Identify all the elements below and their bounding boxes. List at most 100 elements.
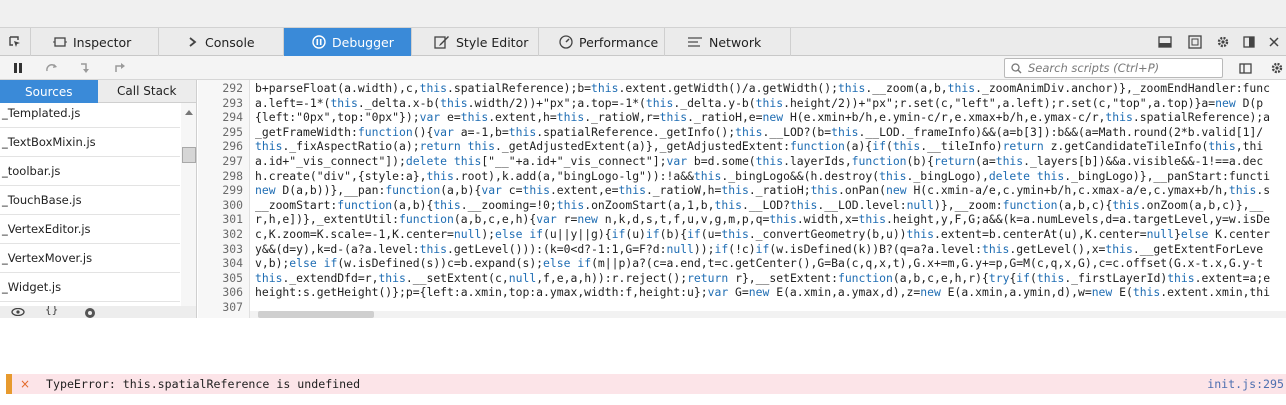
code-text: y&&(d=y),k=d-(a?a.level:this.getLevel())… [255,241,1264,256]
blackbox-circle-icon[interactable] [84,307,96,318]
dock-side-icon [1243,36,1255,48]
source-item[interactable]: _Widget.js [0,273,180,302]
devtools-tab-bar: Inspector Console Debugger Style Editor … [0,27,1286,56]
tab-performance[interactable]: Performance [539,28,665,56]
source-item[interactable]: _TouchBase.js [0,186,180,215]
line-number[interactable]: 303 [198,242,247,257]
sources-footer: {} [0,306,197,318]
error-x-icon: × [20,377,31,391]
sources-scrollbar-thumb[interactable] [182,147,196,163]
sources-list: _Templated.js _TextBoxMixin.js _toolbar.… [0,103,197,306]
line-number[interactable]: 292 [198,81,247,96]
pause-button[interactable] [6,56,30,80]
step-in-icon [81,63,89,73]
tab-network[interactable]: Network [665,28,791,56]
search-scripts-box[interactable] [1004,58,1223,78]
line-number[interactable]: 307 [198,300,247,315]
code-line[interactable]: 299 new D(a,b))},__pan:function(a,b){var … [198,183,1286,198]
step-over-button[interactable] [40,56,64,80]
toggle-panes-icon [1238,62,1252,74]
line-number[interactable]: 300 [198,198,247,213]
tab-console[interactable]: Console [159,28,284,56]
source-item[interactable]: _toolbar.js [0,157,180,186]
line-number[interactable]: 295 [198,125,247,140]
search-scripts-input[interactable] [1028,61,1208,75]
element-picker-icon [9,36,20,47]
code-line[interactable]: 295 _getFrameWidth:function(){var a=-1,b=… [198,125,1286,140]
line-number[interactable]: 294 [198,110,247,125]
code-text: a.id+"_vis_connect"]);delete this["__"+a… [255,154,1264,168]
options-icon [1271,62,1283,74]
line-number[interactable]: 306 [198,285,247,300]
pretty-print-icon[interactable]: {} [45,306,58,316]
blackbox-icon[interactable] [11,308,25,316]
search-icon [1011,62,1022,73]
step-out-icon [115,63,125,72]
code-line[interactable]: 296 this._fixAspectRatio(a);return this._… [198,139,1286,154]
tab-label: Performance [579,34,659,50]
source-item[interactable]: _TextBoxMixin.js [0,128,180,157]
code-line[interactable]: 302 c,K.zoom=K.scale=-1,K.center=null);el… [198,227,1286,242]
code-line[interactable]: 294 {left:"0px",top:"0px"});var e=this.ex… [198,110,1286,125]
sources-scrollbar[interactable] [181,103,196,306]
step-in-button[interactable] [74,56,98,80]
step-out-button[interactable] [108,56,132,80]
error-message-text: TypeError: this.spatialReference is unde… [46,377,361,391]
style-editor-icon [434,36,449,49]
console-icon [189,37,197,47]
line-number[interactable]: 298 [198,169,247,184]
code-line[interactable]: 306 height:s.getHeight()};p={left:a.xmin,… [198,285,1286,300]
line-number[interactable]: 305 [198,271,247,286]
close-devtools-button[interactable] [1262,28,1286,56]
code-text: a.left=-1*(this._delta.x-b(this.width/2)… [255,95,1264,110]
line-number[interactable]: 301 [198,212,247,227]
step-over-icon [46,64,57,72]
code-line[interactable]: 297 a.id+"_vis_connect"]);delete this["__… [198,154,1286,169]
element-picker-button[interactable] [0,28,31,56]
performance-icon [559,35,573,49]
debugger-toolbar [0,56,1286,80]
settings-button[interactable] [1210,28,1236,56]
code-line[interactable]: 305 this._extendDfd=r,this.__setExtent(c,… [198,271,1286,286]
inspector-icon [53,37,67,47]
split-console-button[interactable] [1150,28,1180,56]
error-source-link[interactable]: init.js:295 [1207,377,1284,391]
line-number[interactable]: 304 [198,256,247,271]
tab-inspector[interactable]: Inspector [31,28,159,56]
source-item[interactable]: _VertexMover.js [0,244,180,273]
code-line[interactable]: 300 __zoomStart:function(a,b){this.__zoom… [198,198,1286,213]
source-editor[interactable]: 292 b+parseFloat(a.width),c,this.spatialR… [198,80,1286,318]
code-text: height:s.getHeight()};p={left:a.xmin,top… [255,285,1271,300]
console-error-message[interactable]: × TypeError: this.spatialReference is un… [6,374,1286,394]
dock-side-button[interactable] [1236,28,1262,56]
devtools-window: Inspector Console Debugger Style Editor … [0,0,1286,405]
settings-icon [1217,36,1229,48]
responsive-mode-button[interactable] [1180,28,1210,56]
tab-debugger[interactable]: Debugger [284,28,412,56]
code-text: b+parseFloat(a.width),c,this.spatialRefe… [255,81,1270,95]
tab-style-editor[interactable]: Style Editor [412,28,539,56]
tab-label: Debugger [332,34,394,50]
line-number[interactable]: 302 [198,227,247,242]
tab-sources[interactable]: Sources [0,80,98,103]
line-number[interactable]: 296 [198,139,247,154]
tab-call-stack[interactable]: Call Stack [97,80,196,103]
code-line[interactable]: 304 v,b);else if(w.isDefined(s))c=b.expan… [198,256,1286,271]
code-text: new D(a,b))},__pan:function(a,b){var c=t… [255,183,1271,198]
line-number[interactable]: 297 [198,154,247,169]
browser-top-strip [0,0,1286,27]
code-line[interactable]: 303 y&&(d=y),k=d-(a?a.level:this.getLevel… [198,242,1286,257]
source-item[interactable]: _Templated.js [0,103,180,128]
editor-scrollbar-thumb[interactable] [258,311,374,318]
debugger-options-button[interactable] [1268,56,1286,80]
line-number[interactable]: 299 [198,183,247,198]
code-line[interactable]: 301 r,h,e])},_extentUtil:function(a,b,c,e… [198,212,1286,227]
editor-horizontal-scrollbar[interactable] [250,311,1286,318]
code-line[interactable]: 298 h.create("div",{style:a},this.root),k… [198,169,1286,184]
tab-label: Inspector [73,34,132,50]
source-item[interactable]: _VertexEditor.js [0,215,180,244]
line-number[interactable]: 293 [198,96,247,111]
code-line[interactable]: 292 b+parseFloat(a.width),c,this.spatialR… [198,81,1286,96]
code-line[interactable]: 293 a.left=-1*(this._delta.x-b(this.width… [198,96,1286,111]
toggle-panes-button[interactable] [1234,56,1256,80]
